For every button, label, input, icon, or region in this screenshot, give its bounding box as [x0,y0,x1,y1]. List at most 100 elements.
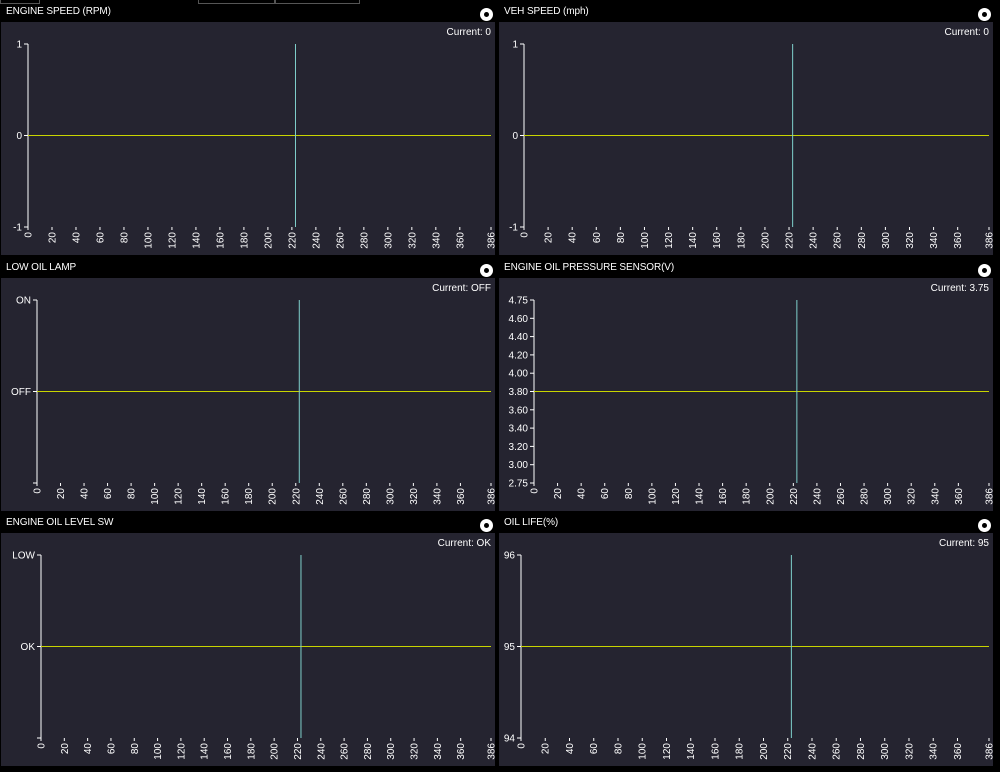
x-tick-label: 40 [568,232,579,244]
x-tick-label: 200 [759,743,770,760]
x-tick-label: 140 [197,488,208,505]
x-tick-label: 220 [789,488,800,505]
x-tick-label: 20 [60,743,71,755]
x-tick-label: 320 [409,488,420,505]
x-tick-label: 160 [223,743,234,760]
x-tick-label: 300 [880,743,891,760]
x-tick-label: 360 [953,743,964,760]
x-tick-label: 100 [150,488,161,505]
x-tick-label: 0 [24,232,35,238]
x-tick-label: 360 [456,488,467,505]
radio-button-icon[interactable] [978,264,991,277]
y-tick-label: 4.40 [509,332,529,343]
x-tick-label: 60 [589,743,600,755]
x-tick-label: 120 [174,488,185,505]
plot-area[interactable]: 1 0 -1 0 20 40 60 80 100 120 140 160 180 200 220 240 260… [1,22,495,255]
x-tick-label: 320 [407,232,418,249]
x-tick-label: 386 [487,232,496,249]
y-tick-label: 1 [512,40,518,51]
x-tick-label: 220 [287,232,298,249]
x-tick-label: 280 [860,488,871,505]
x-tick-label: 60 [106,743,117,755]
x-tick-label: 0 [520,232,531,238]
y-tick-label: 4.00 [509,369,529,380]
x-tick-label: 340 [432,488,443,505]
x-tick-label: 160 [712,232,723,249]
x-tick-label: 160 [718,488,729,505]
x-tick-label: 240 [812,488,823,505]
x-tick-label: 60 [103,488,114,500]
x-tick-label: 0 [37,743,48,749]
current-value: Current: 95 [938,538,989,549]
x-tick-label: 60 [592,232,603,244]
y-tick-label: 2.75 [509,479,529,490]
radio-button-icon[interactable] [978,519,991,532]
y-tick-label: 0 [512,131,518,142]
x-tick-label: 300 [881,232,892,249]
x-tick-label: 386 [985,743,994,760]
graph-panel-veh-speed: VEH SPEED (mph) 1 0 -1 0 20 40 60 80 100 120 140 16… [498,0,994,255]
x-tick-label: 120 [176,743,187,760]
radio-button-icon[interactable] [480,519,493,532]
y-tick-label: LOW [12,551,35,562]
y-tick-label: 3.80 [509,387,529,398]
y-tick-label: 1 [16,40,22,51]
x-tick-label: 240 [807,743,818,760]
x-tick-label: 0 [33,488,44,494]
chart: 4.75 4.60 4.40 4.20 4.00 3.80 3.60 3.40 3.20 3.00… [509,296,993,505]
current-value: Current: 0 [446,27,491,38]
radio-button-icon[interactable] [978,8,991,21]
x-tick-label: 140 [688,232,699,249]
x-tick-label: 180 [742,488,753,505]
x-tick-label: 340 [930,488,941,505]
plot-area[interactable]: 1 0 -1 0 20 40 60 80 100 120 140 160 180 200 220 240 260… [499,22,993,255]
x-tick-label: 80 [616,232,627,244]
current-value: Current: OK [437,538,491,549]
x-tick-label: 260 [335,232,346,249]
x-tick-label: 120 [167,232,178,249]
plot-area[interactable]: 96 95 94 0 20 40 60 80 100 120 140 160 180 200 220 240 2… [499,533,993,766]
x-tick-label: 386 [985,232,994,249]
x-tick-label: 180 [244,488,255,505]
panel-title: OIL LIFE(%) [504,517,559,528]
y-tick-label: 0 [16,131,22,142]
x-tick-label: 300 [386,743,397,760]
radio-button-icon[interactable] [480,8,493,21]
x-tick-label: 260 [833,232,844,249]
x-tick-label: 200 [760,232,771,249]
plot-area[interactable]: ON OFF 0 20 40 60 80 100 120 140 160 180 200 220 240 26… [1,278,495,511]
radio-button-icon[interactable] [480,264,493,277]
x-tick-label: 300 [883,488,894,505]
panel-title: ENGINE SPEED (RPM) [6,6,111,17]
y-tick-label: 3.20 [509,442,529,453]
x-tick-label: 80 [119,232,130,244]
y-tick-label: OK [21,642,36,653]
x-tick-label: 120 [664,232,675,249]
x-tick-label: 240 [316,743,327,760]
plot-area[interactable]: 4.75 4.60 4.40 4.20 4.00 3.80 3.60 3.40 3.20 3.00… [499,278,993,511]
plot-area[interactable]: LOW OK 0 20 40 60 80 100 120 140 160 180 200 220 240 26… [1,533,495,766]
x-tick-label: 320 [907,488,918,505]
graph-panel-engine-oil-pressure-sensor: ENGINE OIL PRESSURE SENSOR(V) 4.75 4.60 4.… [498,256,994,511]
graph-panel-engine-oil-level-sw: ENGINE OIL LEVEL SW LOW OK 0 20 40 60 80 100 120… [0,511,496,766]
x-tick-label: 20 [541,743,552,755]
x-tick-label: 40 [577,488,588,500]
y-tick-label: 96 [504,551,516,562]
x-tick-label: 20 [544,232,555,244]
x-tick-label: 386 [487,743,496,760]
x-tick-label: 20 [56,488,67,500]
x-tick-label: 220 [785,232,796,249]
y-tick-label: ON [16,296,31,307]
chart: 96 95 940 20 40 60 80 100 120 140 160 180 200 220 240 2… [504,551,994,760]
x-tick-label: 0 [530,488,541,494]
x-tick-label: 260 [340,743,351,760]
x-tick-label: 180 [736,232,747,249]
x-tick-label: 80 [130,743,141,755]
x-tick-label: 360 [954,488,965,505]
x-tick-label: 20 [553,488,564,500]
chart: 10-10 20 40 60 80 100 120 140 160 180 200 220 240 260… [13,40,496,249]
panel-title: VEH SPEED (mph) [504,6,589,17]
panel-title: ENGINE OIL LEVEL SW [6,517,114,528]
x-tick-label: 20 [47,232,58,244]
chart: 10-10 20 40 60 80 100 120 140 160 180 200 220 240 260… [509,40,994,249]
